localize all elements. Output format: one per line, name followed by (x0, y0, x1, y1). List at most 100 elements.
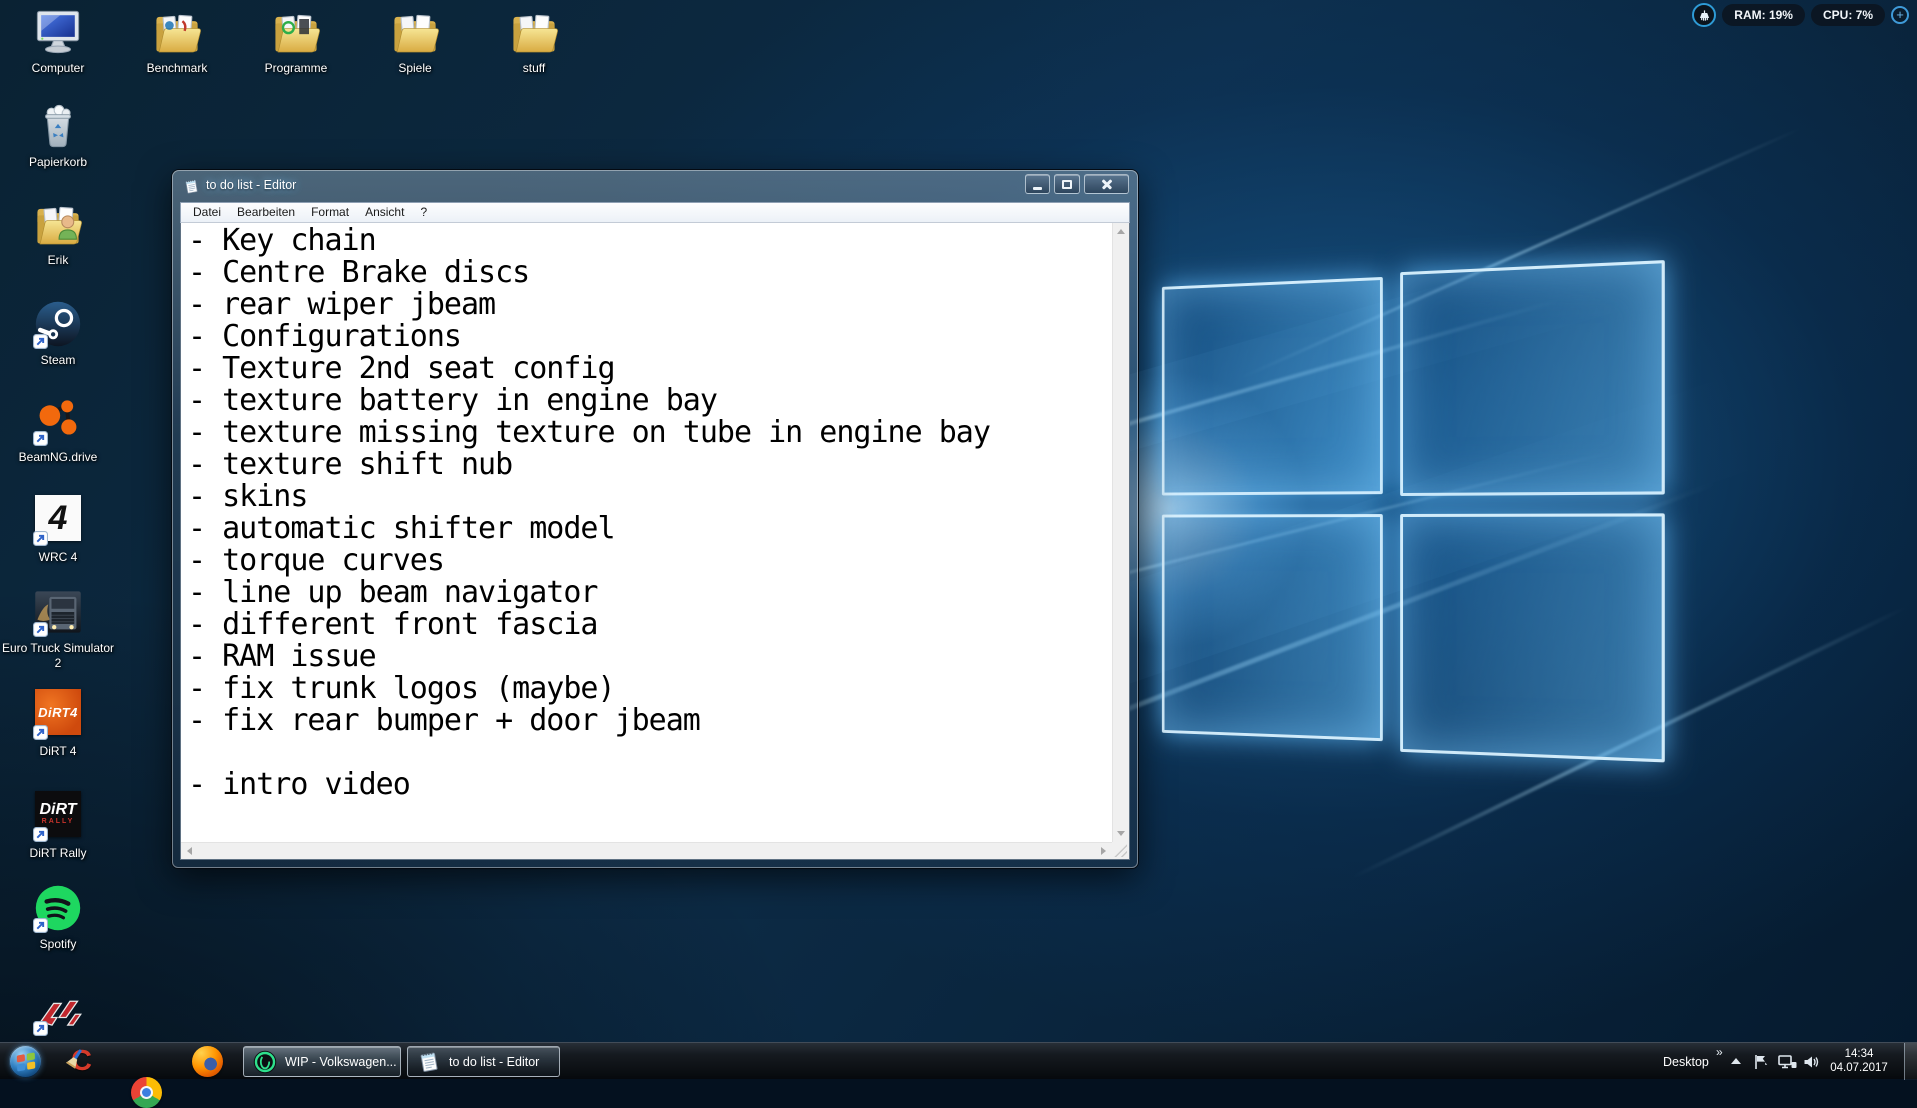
steam-icon (32, 298, 84, 350)
vertical-scrollbar[interactable] (1112, 223, 1129, 842)
folder-icon (151, 6, 203, 58)
chrome-taskbar-icon[interactable] (131, 1077, 162, 1108)
desktop-icon-steam[interactable]: Steam (0, 298, 116, 368)
icon-label: DiRT Rally (0, 846, 116, 861)
wrc4-logo-text: 4 (49, 499, 68, 538)
user-folder-icon (32, 198, 84, 250)
close-icon (1101, 178, 1113, 190)
scroll-up-icon[interactable] (1117, 229, 1125, 234)
ccleaner-taskbar-icon[interactable]: C (66, 1046, 97, 1077)
folder-icon (389, 6, 441, 58)
cpu-usage-badge: CPU: 7% (1811, 4, 1885, 26)
scroll-down-icon[interactable] (1117, 831, 1125, 836)
icon-label: WRC 4 (0, 550, 116, 565)
computer-icon (32, 6, 84, 58)
opera-icon (253, 1050, 277, 1074)
logo-pane (1400, 513, 1665, 762)
todo-line: - texture battery in engine bay (188, 385, 1112, 417)
desktop-icon-computer[interactable]: Computer (0, 6, 116, 76)
notepad-text-area[interactable]: - Key chain- Centre Brake discs- rear wi… (181, 223, 1112, 842)
notepad-client-area: - Key chain- Centre Brake discs- rear wi… (180, 223, 1130, 860)
todo-line: - fix rear bumper + door jbeam (188, 705, 1112, 737)
resize-grip[interactable] (1112, 842, 1129, 859)
wrc4-icon: 4 (32, 495, 84, 547)
clock-time: 14:34 (1826, 1047, 1892, 1061)
red-logo-icon (32, 985, 84, 1037)
dirt-rally-icon: DiRT RALLY (32, 791, 84, 843)
todo-line: - RAM issue (188, 641, 1112, 673)
menu-item[interactable]: Ansicht (357, 203, 412, 222)
icon-label: Spiele (357, 61, 473, 76)
overlay-expand-button[interactable]: + (1891, 6, 1909, 24)
desktop-icon-beamng[interactable]: BeamNG.drive (0, 395, 116, 465)
euro-truck-simulator-icon (32, 586, 84, 638)
desktop-icon-programme[interactable]: Programme (238, 6, 354, 76)
show-desktop-button[interactable] (1904, 1043, 1917, 1080)
clock-date: 04.07.2017 (1826, 1061, 1892, 1075)
horizontal-scrollbar[interactable] (181, 842, 1112, 859)
desktop-icon-stuff[interactable]: stuff (476, 6, 592, 76)
folder-icon (508, 6, 560, 58)
notepad-icon (183, 178, 200, 195)
volume-icon[interactable] (1803, 1054, 1819, 1070)
desktop-icon-papierkorb[interactable]: Papierkorb (0, 100, 116, 170)
menu-item[interactable]: Bearbeiten (229, 203, 303, 222)
todo-line: - fix trunk logos (maybe) (188, 673, 1112, 705)
todo-line: - automatic shifter model (188, 513, 1112, 545)
performance-overlay: RAM: 19% CPU: 7% + (1692, 3, 1909, 27)
scroll-right-icon[interactable] (1101, 847, 1106, 855)
start-button[interactable] (9, 1045, 42, 1078)
desktop-icon-wrc4[interactable]: 4 WRC 4 (0, 492, 116, 565)
dirt-rally-logo-text: DiRT (39, 802, 76, 818)
desktop-icon-erik[interactable]: Erik (0, 198, 116, 268)
notepad-icon (417, 1050, 441, 1074)
dirt-rally-logo-subtext: RALLY (42, 818, 75, 826)
recycle-bin-icon (32, 100, 84, 152)
desktop-icon-ets2[interactable]: Euro Truck Simulator 2 (0, 586, 116, 671)
todo-line (188, 737, 1112, 769)
minimize-icon (1033, 187, 1042, 190)
desktop-icon-dirt-rally[interactable]: DiRT RALLY DiRT Rally (0, 788, 116, 861)
show-hidden-icons-button[interactable] (1731, 1058, 1741, 1064)
firefox-taskbar-icon[interactable] (192, 1046, 223, 1077)
icon-label: Computer (0, 61, 116, 76)
network-icon[interactable] (1778, 1054, 1797, 1070)
desktop-icon-spotify[interactable]: Spotify (0, 882, 116, 952)
toolbar-overflow-chevron[interactable]: » (1716, 1045, 1723, 1059)
taskbar-button-opera-wip[interactable]: WIP - Volkswagen... (243, 1046, 401, 1077)
scroll-left-icon[interactable] (187, 847, 192, 855)
desktop-icon-red-logo-shortcut[interactable] (0, 985, 116, 1040)
todo-line: - rear wiper jbeam (188, 289, 1112, 321)
desktop-icon-dirt4[interactable]: DiRT4 DiRT 4 (0, 686, 116, 759)
logo-pane (1162, 277, 1383, 496)
taskbar-button-notepad[interactable]: to do list - Editor (407, 1046, 560, 1077)
windows-flag-icon (16, 1052, 34, 1070)
maximize-button[interactable] (1054, 174, 1080, 194)
window-title: to do list - Editor (206, 178, 296, 192)
titlebar[interactable]: to do list - Editor (172, 170, 1138, 202)
action-center-flag-icon[interactable] (1753, 1054, 1768, 1070)
taskbar-button-label: to do list - Editor (449, 1055, 539, 1069)
todo-line: - intro video (188, 769, 1112, 801)
desktop-icon-spiele[interactable]: Spiele (357, 6, 473, 76)
ccleaner-monitor-icon[interactable] (1692, 3, 1716, 27)
menu-item[interactable]: ? (412, 203, 435, 222)
icon-label: Programme (238, 61, 354, 76)
desktop-toolbar[interactable]: Desktop (1663, 1043, 1709, 1080)
wallpaper-windows-logo (1162, 260, 1669, 796)
todo-line: - texture missing texture on tube in eng… (188, 417, 1112, 449)
todo-line: - skins (188, 481, 1112, 513)
ram-usage-badge: RAM: 19% (1722, 4, 1805, 26)
close-button[interactable] (1084, 174, 1129, 194)
icon-label: Euro Truck Simulator 2 (0, 641, 116, 671)
desktop-icon-benchmark[interactable]: Benchmark (119, 6, 235, 76)
menu-item[interactable]: Datei (185, 203, 229, 222)
icon-label: DiRT 4 (0, 744, 116, 759)
tray-clock[interactable]: 14:34 04.07.2017 (1826, 1047, 1892, 1075)
icon-label: Spotify (0, 937, 116, 952)
todo-line: - different front fascia (188, 609, 1112, 641)
dirt4-logo-text: DiRT4 (38, 705, 78, 720)
minimize-button[interactable] (1025, 174, 1050, 194)
menu-item[interactable]: Format (303, 203, 357, 222)
todo-line: - line up beam navigator (188, 577, 1112, 609)
